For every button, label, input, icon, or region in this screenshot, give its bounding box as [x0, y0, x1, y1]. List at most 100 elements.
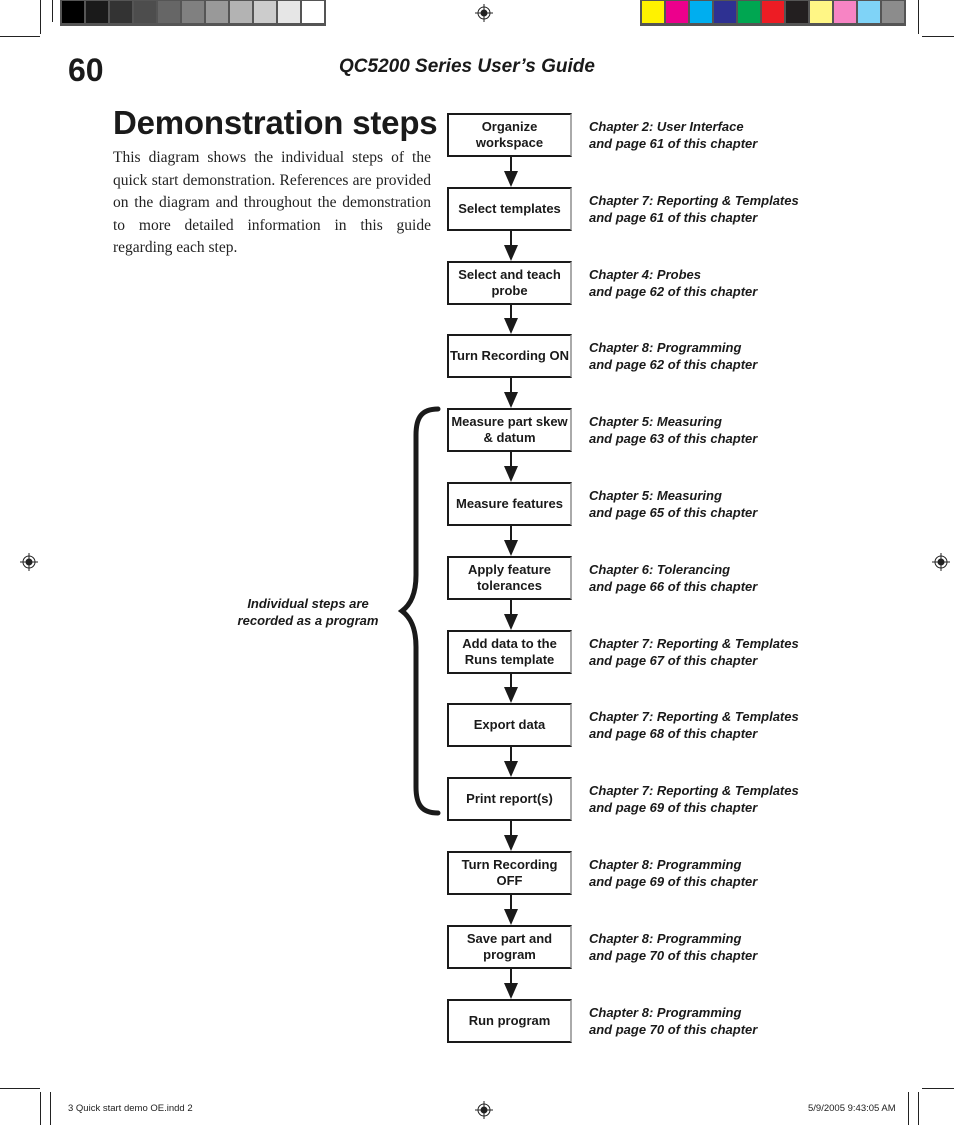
reference-chapter: Chapter 6: Tolerancing [589, 562, 731, 577]
chapter-reference: Chapter 5: Measuring and page 65 of this … [589, 487, 757, 521]
flowchart-step-label: Turn Recording ON [450, 347, 569, 363]
color-swatch [882, 1, 904, 23]
slug-filename: 3 Quick start demo OE.indd 2 [68, 1103, 193, 1114]
flowchart-step: Save part and program [447, 925, 572, 969]
down-arrow-icon [504, 526, 518, 556]
color-swatch [110, 1, 132, 23]
reference-page: and page 62 of this chapter [589, 357, 758, 372]
flowchart-step: Select and teach probe [447, 261, 572, 305]
reference-chapter: Chapter 7: Reporting & Templates [589, 709, 799, 724]
flowchart-step: Print report(s) [447, 777, 572, 821]
chapter-reference: Chapter 7: Reporting & Templates and page… [589, 635, 799, 669]
color-swatch [278, 1, 300, 23]
reference-page: and page 70 of this chapter [589, 948, 758, 963]
flowchart-step-label: Measure part skew & datum [451, 413, 568, 446]
reference-chapter: Chapter 7: Reporting & Templates [589, 636, 799, 651]
color-swatch [762, 1, 784, 23]
chapter-reference: Chapter 4: Probes and page 62 of this cha… [589, 266, 757, 300]
color-swatch [134, 1, 156, 23]
section-title: Demonstration steps [113, 104, 438, 141]
color-swatch [738, 1, 760, 23]
chapter-reference: Chapter 8: Programming and page 62 of thi… [589, 339, 757, 373]
color-swatch [690, 1, 712, 23]
chapter-reference: Chapter 7: Reporting & Templates and page… [589, 192, 799, 226]
down-arrow-icon [504, 378, 518, 408]
flowchart-step-label: Turn Recording OFF [461, 856, 558, 889]
flowchart-step-label: Organize workspace [475, 118, 544, 151]
brace-annotation-line2: recorded as a program [237, 613, 379, 628]
registration-mark-icon [475, 1101, 493, 1119]
reference-chapter: Chapter 8: Programming [589, 1005, 742, 1020]
chapter-reference: Chapter 8: Programming and page 70 of thi… [589, 930, 757, 964]
reference-page: and page 62 of this chapter [589, 284, 758, 299]
flowchart-step: Select templates [447, 187, 572, 231]
crop-mark [40, 1092, 41, 1125]
down-arrow-icon [504, 747, 518, 777]
crop-mark [50, 1092, 51, 1125]
crop-mark [922, 36, 954, 37]
color-swatch [858, 1, 880, 23]
color-swatch [206, 1, 228, 23]
color-swatch [302, 1, 324, 23]
down-arrow-icon [504, 157, 518, 187]
reference-page: and page 61 of this chapter [589, 210, 758, 225]
chapter-reference: Chapter 5: Measuring and page 63 of this … [589, 413, 757, 447]
crop-mark [40, 0, 41, 34]
color-swatch [786, 1, 808, 23]
chapter-reference: Chapter 8: Programming and page 70 of thi… [589, 1004, 757, 1038]
brace-annotation: Individual steps are recorded as a progr… [226, 595, 390, 629]
flowchart-step: Apply feature tolerances [447, 556, 572, 600]
color-swatch [158, 1, 180, 23]
grayscale-color-bar [60, 0, 326, 26]
registration-mark-icon [475, 4, 493, 22]
reference-page: and page 65 of this chapter [589, 505, 758, 520]
flowchart-step: Measure part skew & datum [447, 408, 572, 452]
reference-chapter: Chapter 5: Measuring [589, 488, 722, 503]
reference-page: and page 69 of this chapter [589, 800, 758, 815]
reference-page: and page 67 of this chapter [589, 653, 758, 668]
reference-page: and page 69 of this chapter [589, 874, 758, 889]
reference-chapter: Chapter 7: Reporting & Templates [589, 783, 799, 798]
chapter-reference: Chapter 7: Reporting & Templates and page… [589, 708, 799, 742]
flowchart-step-label: Run program [468, 1012, 551, 1028]
reference-chapter: Chapter 8: Programming [589, 931, 742, 946]
flowchart-step-label: Save part and program [466, 930, 553, 963]
color-swatch [834, 1, 856, 23]
down-arrow-icon [504, 821, 518, 851]
down-arrow-icon [504, 452, 518, 482]
chapter-reference: Chapter 7: Reporting & Templates and page… [589, 782, 799, 816]
curly-brace-icon [398, 406, 441, 816]
intro-paragraph: This diagram shows the individual steps … [113, 149, 431, 256]
reference-page: and page 63 of this chapter [589, 431, 758, 446]
registration-mark-icon [20, 553, 38, 571]
reference-page: and page 61 of this chapter [589, 136, 758, 151]
flowchart-step: Organize workspace [447, 113, 572, 157]
color-swatch [714, 1, 736, 23]
flowchart-step: Run program [447, 999, 572, 1043]
color-swatch [642, 1, 664, 23]
reference-chapter: Chapter 2: User Interface [589, 119, 744, 134]
crop-mark [0, 1088, 40, 1089]
color-swatch [182, 1, 204, 23]
down-arrow-icon [504, 895, 518, 925]
flowchart-step-label: Add data to the Runs template [462, 635, 557, 668]
crop-mark [0, 36, 40, 37]
reference-chapter: Chapter 8: Programming [589, 340, 742, 355]
crop-mark [52, 0, 53, 22]
reference-chapter: Chapter 5: Measuring [589, 414, 722, 429]
registration-mark-icon [932, 553, 950, 571]
reference-page: and page 68 of this chapter [589, 726, 758, 741]
flowchart-step-label: Select and teach probe [458, 266, 561, 299]
slug-timestamp: 5/9/2005 9:43:05 AM [808, 1103, 896, 1114]
crop-mark [908, 1092, 909, 1125]
reference-chapter: Chapter 8: Programming [589, 857, 742, 872]
crop-mark [918, 1092, 919, 1125]
flowchart-step: Turn Recording ON [447, 334, 572, 378]
crop-mark [922, 1088, 954, 1089]
color-swatch [62, 1, 84, 23]
down-arrow-icon [504, 600, 518, 630]
down-arrow-icon [504, 231, 518, 261]
reference-chapter: Chapter 7: Reporting & Templates [589, 193, 799, 208]
process-color-bar [640, 0, 906, 26]
page-number: 60 [68, 52, 104, 88]
